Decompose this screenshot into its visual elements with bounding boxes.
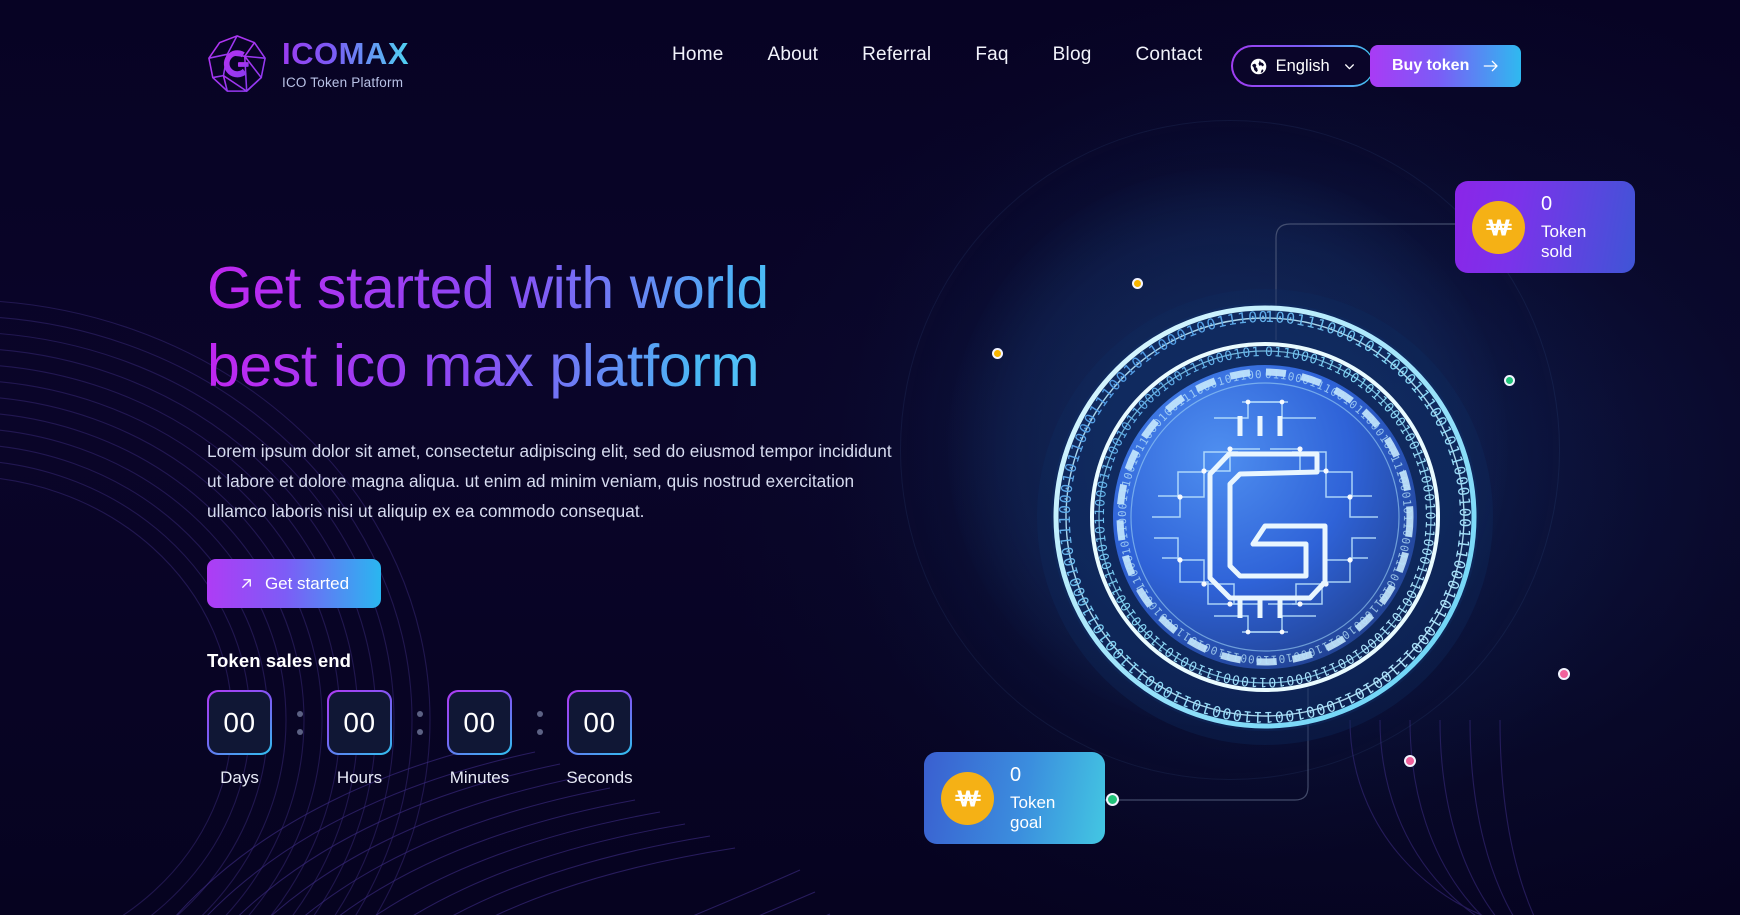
decorative-dot-green-2 bbox=[1106, 793, 1119, 806]
buy-token-label: Buy token bbox=[1392, 57, 1470, 74]
countdown-label-hours: Hours bbox=[336, 768, 383, 788]
token-goal-card[interactable]: 0 Token goal bbox=[924, 752, 1105, 844]
hero-page: ICOMAX ICO Token Platform Home About Ref… bbox=[0, 0, 1740, 915]
crypto-g-coin-icon: 1001110001011000111001011000100111000101… bbox=[1034, 286, 1496, 748]
page-title: Get started with world best ico max plat… bbox=[207, 250, 907, 406]
chevron-down-icon bbox=[1344, 63, 1354, 69]
headline-line-1: Get started with world bbox=[207, 250, 907, 328]
nav-item-blog[interactable]: Blog bbox=[1053, 44, 1092, 66]
decorative-dot-pink-1 bbox=[1558, 668, 1570, 680]
countdown-separator bbox=[392, 690, 447, 755]
arrow-right-icon bbox=[1484, 60, 1499, 72]
token-sold-value: 0 bbox=[1541, 192, 1553, 215]
decorative-dot-pink-2 bbox=[1404, 755, 1416, 767]
token-goal-label: Token goal bbox=[1010, 792, 1056, 832]
hero-content: Get started with world best ico max plat… bbox=[207, 250, 907, 788]
won-currency-icon-sold bbox=[1472, 200, 1525, 254]
countdown-label-days: Days bbox=[220, 768, 259, 788]
token-sold-card[interactable]: 0 Token sold bbox=[1455, 181, 1635, 273]
buy-token-button[interactable]: Buy token bbox=[1370, 45, 1522, 87]
nav-item-faq[interactable]: Faq bbox=[975, 44, 1008, 66]
decorative-dot-green-1 bbox=[1504, 375, 1515, 386]
decorative-dot-yellow-2 bbox=[992, 348, 1003, 359]
won-currency-icon bbox=[1485, 219, 1512, 236]
countdown-separator bbox=[512, 690, 567, 755]
get-started-button[interactable]: Get started bbox=[207, 559, 381, 609]
countdown-label-minutes: Minutes bbox=[449, 768, 510, 788]
nav-item-referral[interactable]: Referral bbox=[862, 44, 931, 66]
countdown-value-seconds: 00 bbox=[568, 691, 631, 754]
get-started-label: Get started bbox=[264, 573, 350, 593]
nav-item-about[interactable]: About bbox=[767, 44, 818, 66]
countdown-title: Token sales end bbox=[207, 650, 352, 672]
countdown-unit-days: 00 Days bbox=[207, 690, 272, 788]
headline-line-2: best ico max platform bbox=[207, 328, 837, 406]
countdown-unit-minutes: 00 Minutes bbox=[447, 690, 512, 788]
countdown-value-hours: 00 bbox=[328, 691, 391, 754]
site-header: ICOMAX ICO Token Platform Home About Ref… bbox=[0, 0, 1740, 112]
brand-tagline: ICO Token Platform bbox=[282, 75, 404, 91]
token-goal-value: 0 bbox=[1010, 763, 1022, 786]
countdown-unit-hours: 00 Hours bbox=[327, 690, 392, 788]
globe-icon bbox=[1250, 58, 1266, 74]
won-currency-icon-goal bbox=[941, 771, 994, 825]
countdown-label-seconds: Seconds bbox=[566, 768, 633, 788]
arrow-up-right-icon bbox=[242, 579, 251, 588]
background-arcs-right bbox=[1349, 720, 1535, 915]
countdown-value-minutes: 00 bbox=[448, 691, 511, 754]
countdown-unit-seconds: 00 Seconds bbox=[566, 690, 633, 788]
hero-paragraph: Lorem ipsum dolor sit amet, consectetur … bbox=[207, 440, 892, 521]
countdown-value-days: 00 bbox=[208, 691, 271, 754]
language-selector[interactable]: English bbox=[1231, 45, 1375, 87]
token-sold-label: Token sold bbox=[1541, 221, 1587, 261]
language-label: English bbox=[1275, 56, 1330, 75]
main-navigation: Home About Referral Faq Blog Contact bbox=[672, 44, 1202, 66]
brand-name: ICOMAX bbox=[282, 36, 409, 72]
icomax-polygon-logo-icon bbox=[208, 35, 266, 93]
brand-logo[interactable]: ICOMAX ICO Token Platform bbox=[206, 33, 409, 95]
nav-item-home[interactable]: Home bbox=[672, 44, 723, 66]
decorative-dot-yellow-1 bbox=[1132, 278, 1143, 289]
won-currency-icon bbox=[954, 790, 981, 807]
countdown-separator bbox=[272, 690, 327, 755]
countdown-timer: 00 Days 00 Hours 00 Minutes 00 Seconds bbox=[207, 690, 907, 788]
nav-item-contact[interactable]: Contact bbox=[1136, 44, 1203, 66]
